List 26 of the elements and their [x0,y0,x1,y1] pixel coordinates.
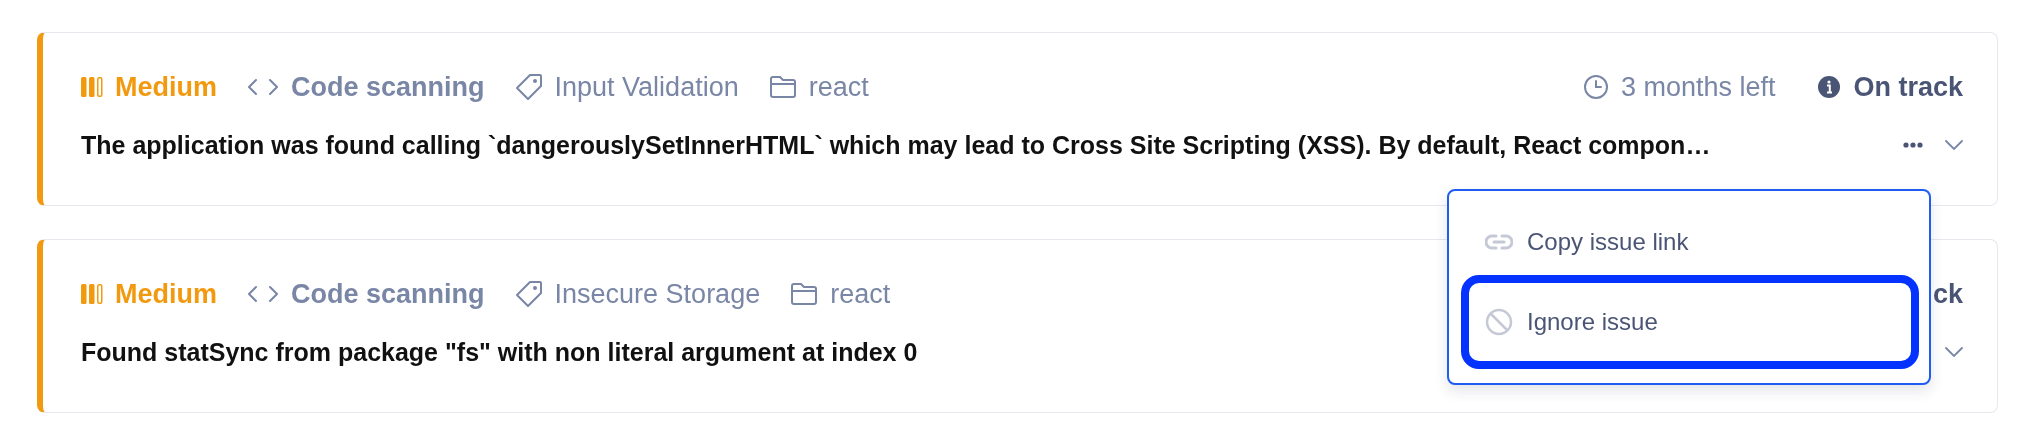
link-icon [1485,234,1513,250]
category-label: Insecure Storage [554,278,761,310]
project-label: react [830,278,891,310]
tag-icon [514,280,543,308]
menu-item[interactable]: Ignore issue [1461,275,1919,369]
folder-icon [768,75,797,99]
code-icon [247,285,279,303]
project-label: react [808,71,869,103]
severity-label: Medium [115,71,217,103]
status-label: On track [1853,71,1963,103]
clock-icon [1582,74,1609,100]
code-icon [247,78,279,96]
source-label: Code scanning [291,71,485,103]
category-label: Input Validation [554,71,739,103]
tag-icon [514,73,543,101]
chevron-down-icon[interactable] [1945,347,1963,357]
folder-icon [790,282,819,306]
more-icon[interactable] [1903,142,1923,148]
time-left: 3 months left [1620,71,1776,103]
issue-description: Found statSync from package "fs" with non literal argument at index 0 [81,337,918,367]
status-label: ck [1932,278,1963,310]
ban-icon [1485,308,1513,336]
issue-description: The application was found calling `dangerouslySetInnerHTML` which may lead to Cross Site Scripting (XSS). By default, React compon… [81,130,1711,160]
chevron-down-icon[interactable] [1945,140,1963,150]
severity-label: Medium [115,278,217,310]
source-label: Code scanning [291,278,485,310]
